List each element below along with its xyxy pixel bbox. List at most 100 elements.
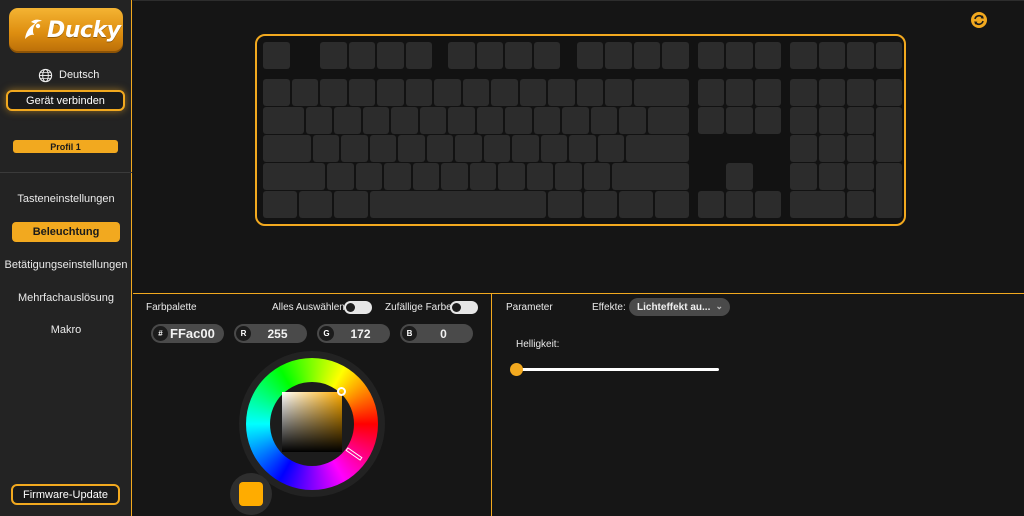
- keyboard-key[interactable]: [569, 135, 596, 162]
- keyboard-key[interactable]: [320, 79, 347, 106]
- keyboard-key[interactable]: [818, 107, 846, 134]
- red-input[interactable]: R 255: [234, 324, 307, 343]
- keyboard-key[interactable]: [726, 163, 753, 190]
- keyboard-key[interactable]: [498, 163, 525, 190]
- green-input[interactable]: G 172: [317, 324, 390, 343]
- keyboard-key[interactable]: [548, 79, 575, 106]
- keyboard-key[interactable]: [434, 79, 461, 106]
- keyboard-key[interactable]: [369, 191, 546, 218]
- keyboard-key[interactable]: [697, 42, 725, 69]
- keyboard-key[interactable]: [790, 107, 817, 134]
- keyboard-key[interactable]: [847, 79, 874, 106]
- keyboard-key[interactable]: [263, 191, 297, 218]
- keyboard-key[interactable]: [369, 135, 397, 162]
- keyboard-key[interactable]: [263, 79, 290, 106]
- keyboard-key[interactable]: [405, 79, 432, 106]
- language-selector[interactable]: Deutsch: [38, 67, 99, 83]
- keyboard-key[interactable]: [697, 79, 725, 106]
- saturation-value-square[interactable]: [282, 392, 342, 452]
- keyboard-key[interactable]: [412, 163, 440, 190]
- keyboard-key[interactable]: [341, 135, 368, 162]
- keyboard-key[interactable]: [291, 79, 318, 106]
- keyboard-key[interactable]: [263, 163, 326, 190]
- keyboard-key[interactable]: [790, 79, 817, 106]
- keyboard-key[interactable]: [626, 135, 689, 162]
- keyboard-key[interactable]: [619, 107, 646, 134]
- keyboard-key[interactable]: [633, 42, 660, 69]
- keyboard-key[interactable]: [754, 42, 782, 69]
- keyboard-key[interactable]: [526, 163, 554, 190]
- random-color-toggle[interactable]: [450, 301, 478, 314]
- keyboard-key[interactable]: [790, 135, 817, 162]
- keyboard-key[interactable]: [555, 163, 582, 190]
- keyboard-key[interactable]: [505, 42, 532, 69]
- keyboard-key[interactable]: [483, 135, 511, 162]
- effect-select[interactable]: Lichteffekt au... ⌄: [629, 298, 730, 316]
- keyboard-key[interactable]: [790, 163, 817, 190]
- keyboard-key[interactable]: [697, 107, 725, 134]
- connect-device-button[interactable]: Gerät verbinden: [6, 90, 125, 111]
- keyboard-key[interactable]: [847, 191, 874, 218]
- keyboard-key[interactable]: [455, 135, 482, 162]
- keyboard-key[interactable]: [491, 79, 518, 106]
- keyboard-key[interactable]: [462, 79, 489, 106]
- keyboard-key[interactable]: [469, 163, 497, 190]
- keyboard-key[interactable]: [377, 79, 404, 106]
- keyboard-key[interactable]: [533, 107, 561, 134]
- keyboard-key[interactable]: [597, 135, 625, 162]
- keyboard-key[interactable]: [548, 191, 582, 218]
- keyboard-key[interactable]: [818, 79, 846, 106]
- keyboard-key[interactable]: [726, 107, 753, 134]
- keyboard-key[interactable]: [419, 107, 447, 134]
- nav-item-rapid-trigger[interactable]: Mehrfachauslösung: [0, 288, 132, 308]
- keyboard-key[interactable]: [263, 135, 311, 162]
- keyboard-key[interactable]: [540, 135, 568, 162]
- keyboard-key[interactable]: [391, 107, 418, 134]
- keyboard-key[interactable]: [847, 135, 874, 162]
- keyboard-key[interactable]: [298, 191, 333, 218]
- keyboard-key[interactable]: [512, 135, 539, 162]
- profile-selector[interactable]: Profil 1: [13, 140, 118, 153]
- keyboard-key[interactable]: [654, 191, 689, 218]
- keyboard-key[interactable]: [355, 163, 383, 190]
- keyboard-key[interactable]: [583, 191, 618, 218]
- keyboard-key[interactable]: [754, 79, 782, 106]
- select-all-toggle[interactable]: [344, 301, 372, 314]
- keyboard-key[interactable]: [818, 42, 846, 69]
- keyboard-key[interactable]: [505, 107, 532, 134]
- keyboard-key[interactable]: [605, 79, 632, 106]
- keyboard-key[interactable]: [348, 42, 375, 69]
- keyboard-key[interactable]: [662, 42, 689, 69]
- keyboard-key[interactable]: [384, 163, 411, 190]
- keyboard-key[interactable]: [790, 42, 817, 69]
- firmware-update-button[interactable]: Firmware-Update: [11, 484, 120, 505]
- keyboard-key[interactable]: [847, 163, 874, 190]
- keyboard-key[interactable]: [605, 42, 632, 69]
- keyboard-key[interactable]: [348, 79, 375, 106]
- nav-item-lighting[interactable]: Beleuchtung: [12, 222, 120, 242]
- keyboard-key[interactable]: [847, 42, 874, 69]
- keyboard-key[interactable]: [619, 191, 653, 218]
- keyboard-key[interactable]: [305, 107, 333, 134]
- nav-item-macro[interactable]: Makro: [0, 320, 132, 340]
- keyboard-key[interactable]: [476, 107, 504, 134]
- refresh-icon[interactable]: [970, 11, 988, 29]
- keyboard-key[interactable]: [327, 163, 354, 190]
- keyboard-key[interactable]: [697, 191, 725, 218]
- nav-item-key-settings[interactable]: Tasteneinstellungen: [0, 189, 132, 209]
- keyboard-key[interactable]: [562, 107, 589, 134]
- keyboard-key[interactable]: [405, 42, 432, 69]
- keyboard-key[interactable]: [576, 42, 603, 69]
- keyboard-key[interactable]: [448, 107, 475, 134]
- nav-item-actuation-settings[interactable]: Betätigungseinstellungen: [0, 255, 132, 275]
- keyboard-key[interactable]: [312, 135, 340, 162]
- keyboard-key[interactable]: [263, 42, 290, 69]
- keyboard-key[interactable]: [875, 42, 903, 69]
- keyboard-key[interactable]: [533, 42, 561, 69]
- keyboard-key[interactable]: [875, 79, 903, 106]
- keyboard-key[interactable]: [818, 163, 846, 190]
- keyboard-key[interactable]: [398, 135, 425, 162]
- keyboard-key[interactable]: [726, 79, 753, 106]
- keyboard-key[interactable]: [818, 135, 846, 162]
- keyboard-key[interactable]: [633, 79, 689, 106]
